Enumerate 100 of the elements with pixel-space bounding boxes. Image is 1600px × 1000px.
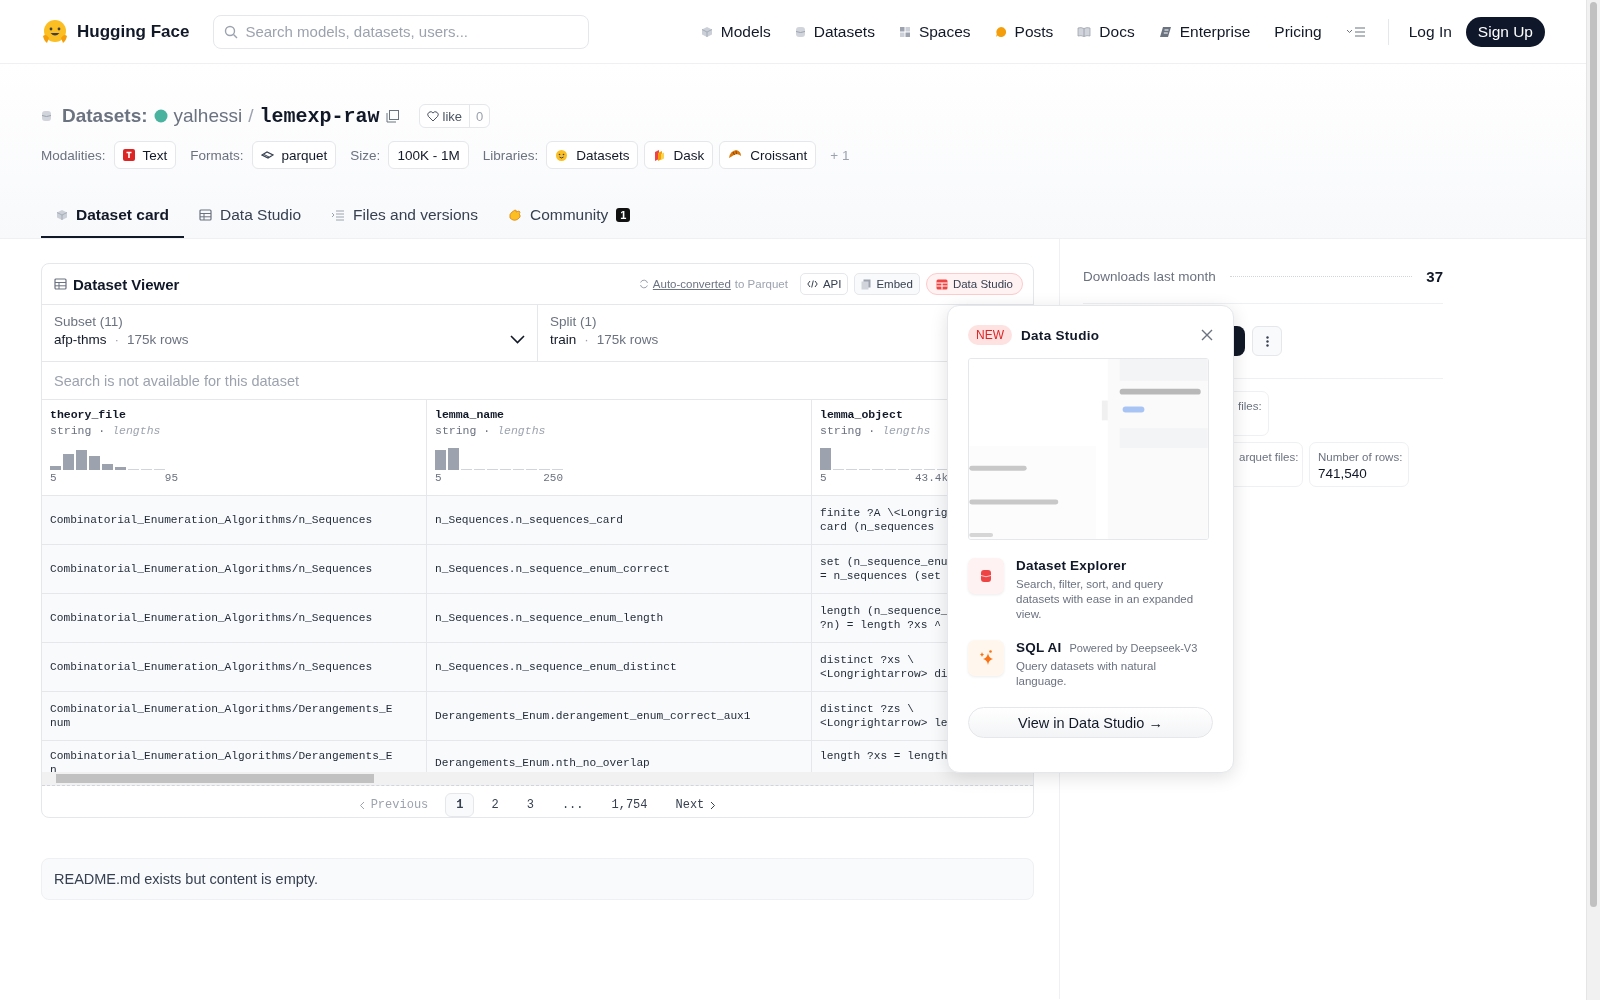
copy-icon [861,278,872,290]
feature-description: Query datasets with natural language. [1016,659,1157,689]
auto-converted-link[interactable]: Auto-converted [652,278,731,290]
chevron-left-icon [358,800,365,810]
feature-description: Search, filter, sort, and query datasets with ease in an expanded view. [1016,577,1195,622]
api-button[interactable]: API [799,273,849,295]
table-cell-text: n_Sequences.n_sequences_card [435,513,624,527]
axis-label: 43.4k [915,472,948,484]
page-link[interactable]: 1,754 [600,793,659,817]
copy-icon[interactable] [385,109,399,123]
cube-icon [56,209,68,221]
page-link[interactable]: 2 [480,793,510,817]
nav-link[interactable]: Docs [1065,22,1147,41]
table-cell-text: Combinatorial_Enumeration_Algorithms/n_Sequences [50,513,374,527]
table-cell-text: Derangements_Enum.derangement_enum_correct_aux1 [435,709,752,723]
page-scrollbar[interactable] [1586,0,1600,1000]
table-cell-text: Derangements_Enum.nth_no_overlap [435,756,651,770]
column-name: lemma_object [820,408,904,421]
stat-label: Number of rows: [1318,451,1400,463]
feature-title: SQL AI [1016,640,1062,655]
table-cell: length ?xs = length [820,749,948,763]
page-link[interactable]: ... [550,793,595,817]
tag[interactable]: Datasets [546,141,639,169]
signup-button[interactable]: Sign Up [1465,16,1545,47]
croissant-icon [728,149,743,161]
search-icon [224,24,239,39]
row-count: 175k rows [127,332,189,347]
like-button[interactable]: like 0 [418,104,491,128]
hugging-face-logo[interactable] [41,18,69,45]
axis-label: 250 [543,472,563,484]
data-studio-button[interactable]: Data Studio [925,273,1023,295]
nav-link[interactable]: Datasets [782,22,887,41]
chevron-down-icon[interactable] [510,335,525,344]
tag[interactable]: 100K - 1M [388,141,469,169]
avatar-icon [153,109,168,123]
tab[interactable]: Files and versions [316,194,493,238]
subset-value[interactable]: afp-thms [54,332,107,347]
close-icon[interactable] [1201,329,1213,341]
tag-group-label: Formats: [190,147,244,163]
column-type: string · lengths [820,424,932,437]
nav-link[interactable]: Spaces [886,22,983,41]
brand-name[interactable]: Hugging Face [77,21,190,42]
table-cell-text: Combinatorial_Enumeration_Algorithms/Derangements_Enum [50,702,394,730]
popup-title: Data Studio [1021,327,1100,343]
page-link[interactable]: 1 [445,793,475,817]
tag[interactable]: parquet [251,141,337,169]
dataset-name: lemexp-raw [259,104,380,128]
subset-label: Subset (11) [54,314,124,329]
table-icon [935,278,948,290]
table-cell-text: n_Sequences.n_sequence_enum_correct [435,562,671,576]
section-label: Datasets: [62,105,148,127]
speech-bubble-icon [994,25,1007,38]
like-count: 0 [475,108,485,124]
book-icon [1077,25,1092,38]
database-icon [41,110,52,122]
view-in-data-studio-button[interactable]: View in Data Studio → [968,707,1213,738]
tag[interactable]: Dask [644,141,714,169]
axis-label: 5 [50,472,57,484]
smiley-icon [555,148,569,162]
nav-link[interactable]: Pricing [1262,22,1334,41]
table-icon [199,209,213,221]
table-cell-text: n_Sequences.n_sequence_enum_distinct [435,660,678,674]
page-link[interactable]: 3 [515,793,545,817]
horizontal-scrollbar[interactable] [42,772,1033,786]
new-badge: NEW [968,325,1012,345]
stacked-cards-icon [653,148,666,162]
downloads-label: Downloads last month [1083,268,1216,284]
nav-link[interactable]: Enterprise [1146,22,1263,41]
login-link[interactable]: Log In [1398,22,1462,41]
grid-icon [898,25,911,38]
nav-link[interactable]: Models [688,22,783,41]
tag-group-label: Size: [350,147,381,163]
table-cell: distinct ?xs \ <Longrightarrow> di [820,653,948,681]
downloads-count: 37 [1426,267,1443,285]
stat-label: files: [1238,400,1260,412]
table-cell-text: n_Sequences.n_sequence_enum_length [435,611,665,625]
tag[interactable]: Croissant [719,141,817,169]
text-icon [122,149,135,161]
stat-value: 741,540 [1318,466,1368,481]
separator-dot: · [584,332,589,347]
tab[interactable]: Data Studio [184,194,317,238]
tab[interactable]: Community 1 [492,194,646,238]
axis-label: 5 [820,472,827,484]
viewer-title: Dataset Viewer [73,275,180,293]
clapping-hands-icon [507,208,522,222]
embed-button[interactable]: Embed [854,273,920,295]
tag[interactable]: Text [113,141,177,169]
readme-notice: README.md exists but content is empty. [54,871,319,887]
search-field[interactable]: Search is not available for this dataset [54,372,924,389]
tab[interactable]: Dataset card [41,194,185,238]
axis-label: 5 [435,472,442,484]
nav-link[interactable]: Posts [982,22,1066,41]
owner-link[interactable]: yalhessi [173,105,243,127]
search-field[interactable]: Search models, datasets, users... [213,14,590,49]
separator-dot: · [114,332,120,347]
table-icon [54,278,67,290]
split-value[interactable]: train [550,332,577,347]
next-link[interactable]: Next [664,793,728,817]
count-badge: 1 [616,208,631,222]
more-icon [1265,335,1269,347]
